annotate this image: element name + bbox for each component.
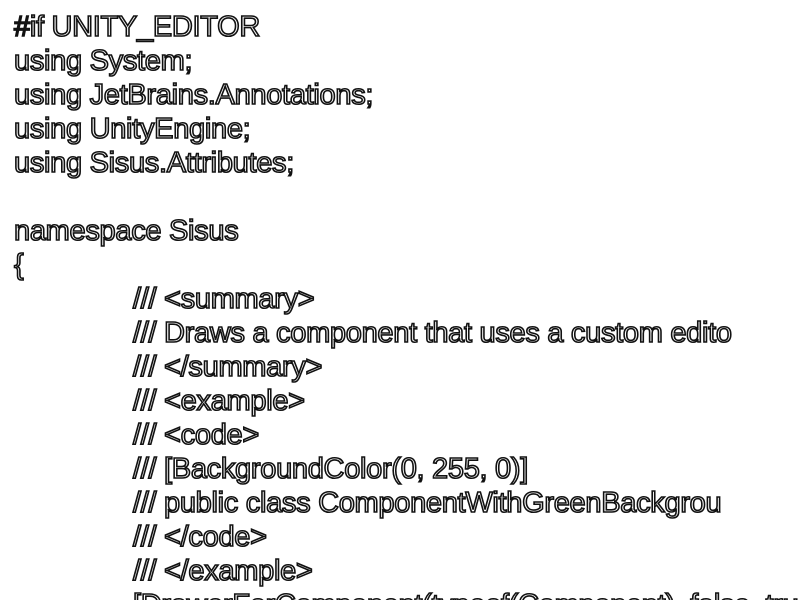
code-line-17: /// </example> xyxy=(132,554,313,588)
code-line-15: /// public class ComponentWithGreenBackg… xyxy=(132,486,722,520)
code-line-18: [DrawerForComponent(typeof(Component), f… xyxy=(132,588,800,600)
code-view: #if UNITY_EDITOR using System; using Jet… xyxy=(0,0,800,600)
code-line-1: #if UNITY_EDITOR xyxy=(13,10,261,44)
code-line-3: using JetBrains.Annotations; xyxy=(13,78,374,112)
code-line-10: /// Draws a component that uses a custom… xyxy=(132,316,733,350)
code-line-8: { xyxy=(13,248,24,282)
code-line-13: /// <code> xyxy=(132,418,260,452)
code-line-2: using System; xyxy=(13,44,193,78)
code-line-14: /// [BackgroundColor(0, 255, 0)] xyxy=(132,452,529,486)
code-line-11: /// </summary> xyxy=(132,350,323,384)
code-line-5: using Sisus.Attributes; xyxy=(13,146,295,180)
code-line-7: namespace Sisus xyxy=(13,214,239,248)
code-line-12: /// <example> xyxy=(132,384,306,418)
code-line-9: /// <summary> xyxy=(132,282,315,316)
code-line-4: using UnityEngine; xyxy=(13,112,251,146)
code-line-16: /// </code> xyxy=(132,520,268,554)
